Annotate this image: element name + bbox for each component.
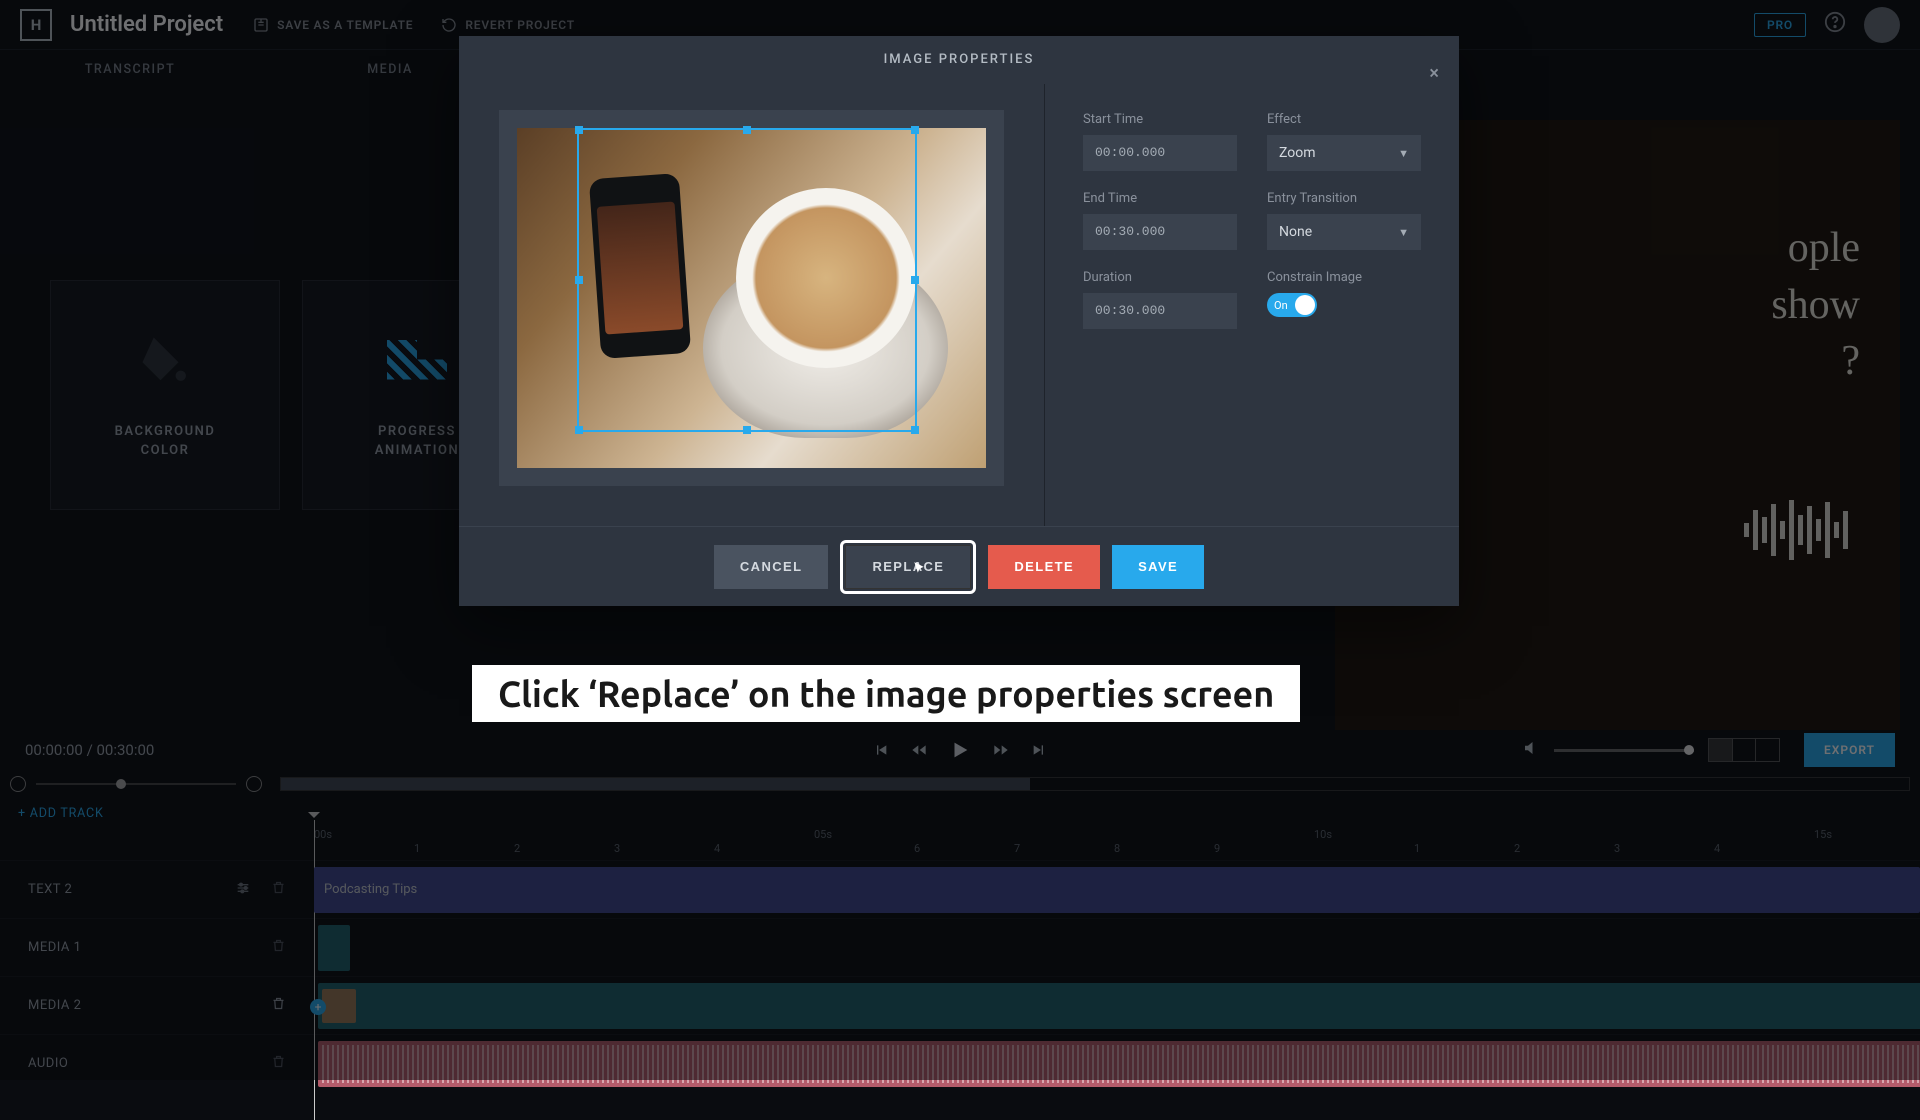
label-duration: Duration [1083, 270, 1237, 285]
tutorial-callout: Click ‘Replace’ on the image properties … [472, 665, 1300, 722]
input-end-time[interactable]: 00:30.000 [1083, 214, 1237, 250]
toggle-constrain-image[interactable]: On [1267, 293, 1317, 317]
delete-button[interactable]: DELETE [988, 545, 1100, 589]
save-button[interactable]: SAVE [1112, 545, 1204, 589]
cursor-icon [912, 561, 926, 575]
toggle-on-label: On [1274, 299, 1288, 312]
cancel-button[interactable]: CANCEL [714, 545, 829, 589]
input-duration[interactable]: 00:30.000 [1083, 293, 1237, 329]
replace-highlight-ring: REPLACE [840, 540, 976, 594]
label-constrain-image: Constrain Image [1267, 270, 1421, 285]
label-effect: Effect [1267, 112, 1421, 127]
chevron-down-icon: ▼ [1398, 147, 1409, 160]
close-icon[interactable]: × [1429, 50, 1441, 98]
label-entry-transition: Entry Transition [1267, 191, 1421, 206]
replace-label: REPLACE [872, 559, 944, 574]
crop-rectangle[interactable] [577, 128, 917, 432]
label-start-time: Start Time [1083, 112, 1237, 127]
image-properties-modal: IMAGE PROPERTIES × Start Time 00:0 [459, 36, 1459, 606]
select-entry-transition[interactable]: None ▼ [1267, 214, 1421, 250]
modal-title: IMAGE PROPERTIES [884, 52, 1035, 67]
chevron-down-icon: ▼ [1398, 226, 1409, 239]
image-crop-frame[interactable] [499, 110, 1004, 486]
input-start-time[interactable]: 00:00.000 [1083, 135, 1237, 171]
select-entry-value: None [1279, 224, 1312, 240]
label-end-time: End Time [1083, 191, 1237, 206]
replace-button[interactable]: REPLACE [845, 545, 971, 589]
select-effect[interactable]: Zoom ▼ [1267, 135, 1421, 171]
select-effect-value: Zoom [1279, 145, 1316, 161]
